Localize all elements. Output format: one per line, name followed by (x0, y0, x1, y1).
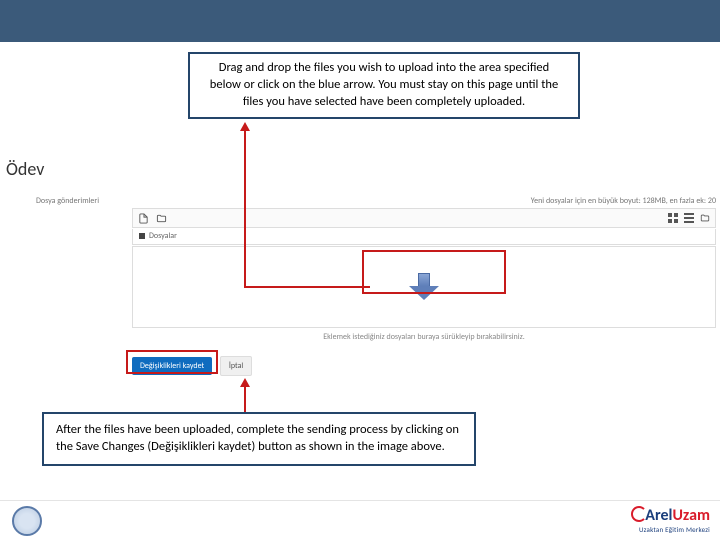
field-label: Dosya gönderimleri (36, 196, 99, 206)
add-folder-icon[interactable] (155, 212, 167, 224)
instruction-callout-top: Drag and drop the files you wish to uplo… (188, 52, 580, 119)
brand-part-uzam: Uzam (672, 506, 710, 525)
callout-bottom-text: After the files have been uploaded, comp… (56, 422, 459, 454)
view-grid-icon[interactable] (667, 212, 679, 224)
annotation-arrowhead (240, 378, 250, 387)
cancel-button[interactable]: İptal (220, 356, 252, 376)
instruction-callout-bottom: After the files have been uploaded, comp… (42, 412, 476, 466)
file-toolbar (132, 208, 716, 228)
file-path-row: Dosyalar (132, 229, 716, 245)
brand-subtitle: Uzaktan Eğitim Merkezi (631, 525, 710, 534)
file-dropzone[interactable] (132, 246, 716, 328)
save-button[interactable]: Değişiklikleri kaydet (132, 357, 212, 375)
add-file-icon[interactable] (137, 212, 149, 224)
university-seal-icon (12, 506, 42, 536)
dropzone-hint: Eklemek istediğiniz dosyaları buraya sür… (132, 332, 716, 342)
path-text: Dosyalar (149, 231, 177, 241)
view-list-icon[interactable] (683, 212, 695, 224)
upload-arrow-icon[interactable] (407, 273, 441, 301)
page-title: Ödev (6, 158, 44, 180)
embedded-screenshot: Ödev Dosya gönderimleri Yeni dosyalar iç… (0, 146, 720, 386)
annotation-line (244, 128, 246, 286)
slide-header-bar (0, 0, 720, 42)
folder-bullet-icon (139, 233, 145, 239)
brand-wordmark: ArelUzam (631, 506, 710, 525)
annotation-line (244, 384, 246, 412)
button-row: Değişiklikleri kaydet İptal (132, 354, 252, 376)
view-tree-icon[interactable] (699, 212, 711, 224)
annotation-line (244, 286, 370, 288)
annotation-arrowhead (240, 122, 250, 131)
filesize-hint: Yeni dosyalar için en büyük boyut: 128MB… (531, 196, 716, 206)
slide-footer: ArelUzam Uzaktan Eğitim Merkezi (0, 500, 720, 540)
callout-top-text: Drag and drop the files you wish to uplo… (210, 60, 558, 109)
brand-logo: ArelUzam Uzaktan Eğitim Merkezi (631, 506, 710, 534)
brand-part-arel: Arel (645, 506, 672, 525)
